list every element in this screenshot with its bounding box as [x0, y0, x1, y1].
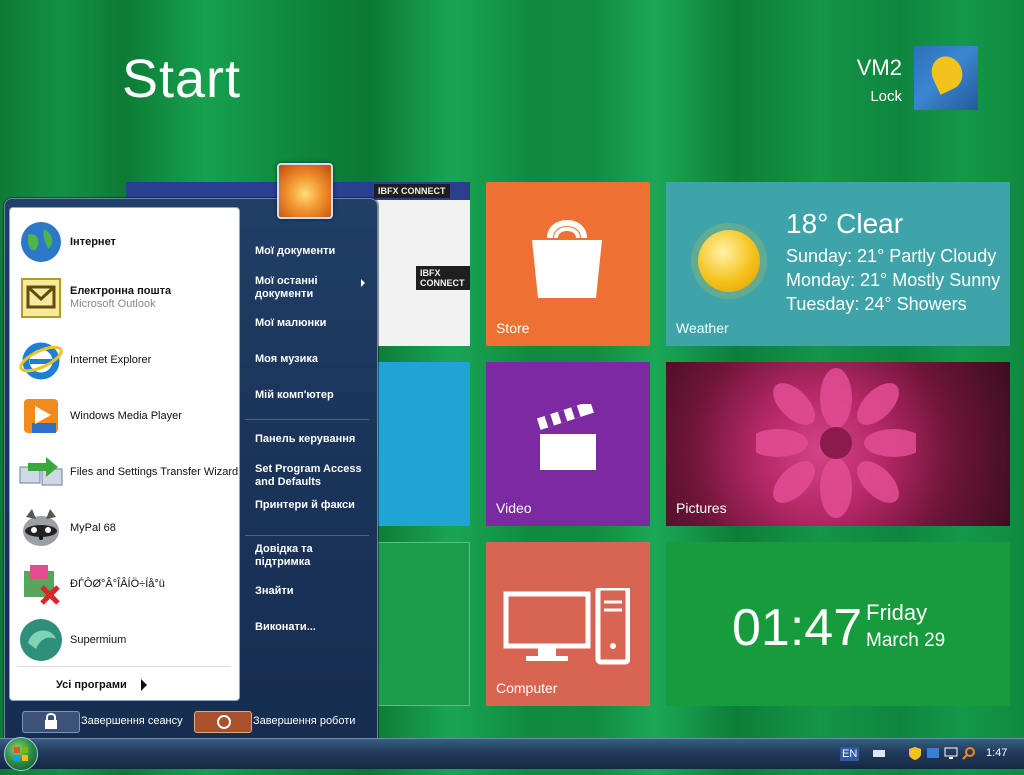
outlook-icon	[18, 275, 64, 321]
internet-explorer-icon	[18, 337, 64, 383]
taskbar-clock[interactable]: 1:47	[986, 747, 1007, 759]
menu-item-garbled-app[interactable]: ĐЃÔØ°Â°ÎÂÍÖ÷Íå°ü	[10, 556, 239, 612]
weather-label: Weather	[676, 320, 729, 336]
shutdown-label[interactable]: Завершення роботи	[253, 715, 355, 727]
menu-my-computer[interactable]: Мій комп'ютер	[245, 389, 369, 402]
search-icon[interactable]	[962, 746, 976, 760]
menu-item-mypal-label: MyPal 68	[70, 521, 116, 534]
weather-tile[interactable]: 18° Clear Sunday: 21° Partly Cloudy Mond…	[666, 182, 1010, 346]
menu-item-windows-media-player[interactable]: Windows Media Player	[10, 388, 239, 444]
media-player-icon	[18, 393, 64, 439]
menu-my-documents[interactable]: Мої документи	[245, 245, 369, 258]
menu-item-supermium[interactable]: Supermium	[10, 612, 239, 668]
clapperboard-icon	[536, 404, 596, 470]
menu-item-garbled-label: ĐЃÔØ°Â°ÎÂÍÖ÷Íå°ü	[70, 577, 165, 590]
computer-icon	[503, 588, 630, 665]
menu-my-recent-documents[interactable]: Мої останні документи	[245, 275, 369, 301]
menu-item-supermium-label: Supermium	[70, 633, 127, 646]
news-brand: IBFX CONNECT	[374, 184, 450, 198]
lock-icon	[45, 713, 57, 729]
video-tile[interactable]: Video	[486, 362, 650, 526]
pictures-label: Pictures	[676, 500, 727, 516]
user-avatar[interactable]	[914, 46, 978, 110]
store-label: Store	[496, 320, 530, 336]
raccoon-icon	[18, 505, 64, 551]
menu-right-separator-2	[245, 535, 369, 536]
menu-help-support[interactable]: Довідка та підтримка	[245, 543, 369, 569]
menu-item-ie-label: Internet Explorer	[70, 353, 152, 366]
clock-time: 01:47	[732, 599, 863, 657]
transfer-wizard-icon	[18, 449, 64, 495]
menu-search[interactable]: Знайти	[245, 585, 369, 598]
menu-set-program-access[interactable]: Set Program Access and Defaults	[245, 463, 369, 489]
globe-icon	[18, 219, 64, 265]
all-programs-button[interactable]: Усі програми	[10, 672, 239, 698]
clock-day: Friday	[866, 600, 928, 625]
pictures-tile[interactable]: Pictures	[666, 362, 1010, 526]
clock-tile[interactable]: 01:47 Friday March 29	[666, 542, 1010, 706]
weather-forecast-tuesday: Tuesday: 24° Showers	[786, 294, 967, 314]
blue-tile[interactable]	[374, 362, 470, 526]
computer-tile[interactable]: Computer	[486, 542, 650, 706]
menu-item-email-label: Електронна пошта	[70, 285, 172, 297]
shopping-bag-icon	[532, 220, 602, 298]
start-menu-programs: Інтернет Електронна пошта Microsoft Outl…	[9, 207, 240, 701]
user-name[interactable]: VM2	[857, 55, 902, 81]
user-picture[interactable]	[277, 163, 333, 219]
start-menu: Інтернет Електронна пошта Microsoft Outl…	[4, 198, 378, 740]
menu-item-internet-explorer[interactable]: Internet Explorer	[10, 332, 239, 388]
computer-label: Computer	[496, 680, 558, 696]
store-tile[interactable]: Store	[486, 182, 650, 346]
menu-item-email-subtitle: Microsoft Outlook	[70, 298, 156, 310]
sun-icon	[698, 230, 760, 292]
windows-logo-icon	[14, 747, 28, 761]
language-indicator[interactable]: EN	[840, 747, 860, 761]
menu-item-mypal[interactable]: MyPal 68	[10, 500, 239, 556]
menu-run[interactable]: Виконати...	[245, 621, 369, 634]
clock-date: March 29	[866, 630, 946, 651]
start-title: Start	[122, 49, 242, 109]
menu-separator	[18, 666, 230, 667]
leaf-icon	[926, 51, 968, 95]
security-shield-icon[interactable]	[908, 746, 922, 760]
start-menu-footer: Завершення сеансу Завершення роботи	[5, 701, 377, 739]
supermium-icon	[18, 617, 64, 663]
menu-item-files-settings-transfer[interactable]: Files and Settings Transfer Wizard	[10, 444, 239, 500]
menu-item-wmp-label: Windows Media Player	[70, 409, 182, 422]
menu-printers-faxes[interactable]: Принтери й факси	[245, 499, 369, 512]
all-programs-label: Усі програми	[56, 679, 127, 691]
weather-forecast-sunday: Sunday: 21° Partly Cloudy	[786, 246, 997, 266]
app-package-icon	[18, 561, 64, 607]
keyboard-icon[interactable]	[872, 746, 886, 760]
menu-control-panel[interactable]: Панель керування	[245, 433, 369, 446]
menu-my-music[interactable]: Моя музика	[245, 353, 369, 366]
menu-item-email[interactable]: Електронна пошта Microsoft Outlook	[10, 270, 239, 326]
menu-item-internet[interactable]: Інтернет	[10, 214, 239, 270]
flower-image	[756, 368, 916, 518]
green-tile[interactable]	[374, 542, 470, 706]
taskbar: EN 1:47	[0, 737, 1024, 771]
start-button[interactable]	[4, 737, 38, 771]
arrow-right-icon	[140, 679, 147, 691]
monitor-icon[interactable]	[944, 746, 958, 760]
menu-item-internet-label: Інтернет	[70, 235, 116, 248]
menu-item-fast-label: Files and Settings Transfer Wizard	[70, 465, 239, 478]
weather-current: 18° Clear	[786, 208, 904, 239]
video-label: Video	[496, 500, 532, 516]
news-brand-2: IBFX CONNECT	[416, 266, 470, 290]
logoff-label[interactable]: Завершення сеансу	[81, 715, 183, 727]
weather-forecast-monday: Monday: 21° Mostly Sunny	[786, 270, 1001, 290]
network-icon[interactable]	[926, 746, 940, 760]
lock-button[interactable]	[22, 711, 80, 733]
menu-right-separator	[245, 419, 369, 420]
power-button[interactable]	[194, 711, 252, 733]
lock-link[interactable]: Lock	[870, 88, 902, 105]
menu-my-pictures[interactable]: Мої малюнки	[245, 317, 369, 330]
